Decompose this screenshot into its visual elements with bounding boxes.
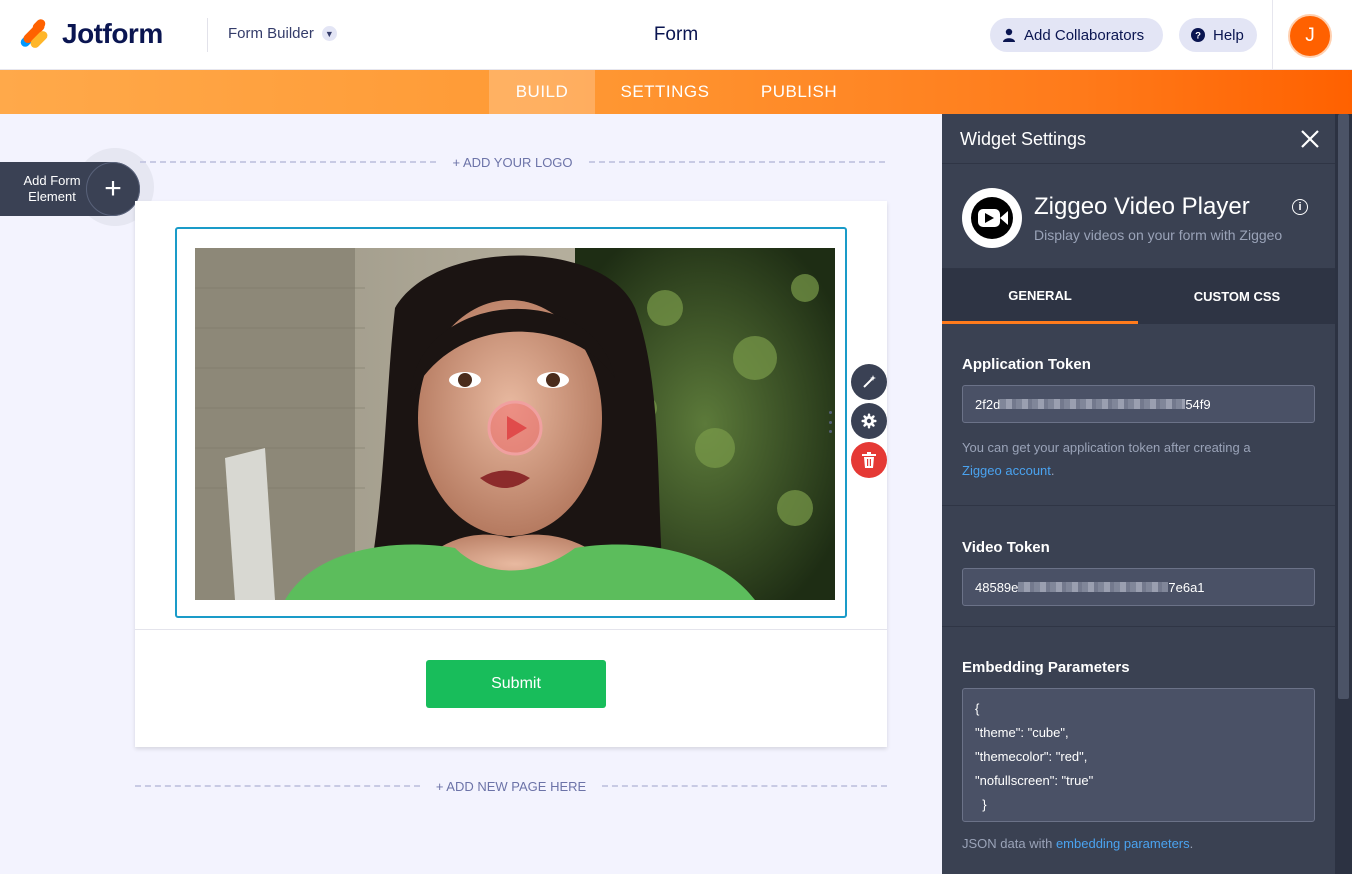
plus-icon: + [86, 162, 140, 216]
form-builder-dropdown[interactable]: Form Builder ▼ [228, 25, 337, 42]
add-form-element-label-line2: Element [28, 189, 76, 204]
redacted-text [1018, 582, 1169, 592]
embedding-parameters-hint: JSON data with embedding parameters. [962, 832, 1302, 855]
application-token-hint: You can get your application token after… [962, 436, 1302, 482]
panel-header: Widget Settings [942, 114, 1335, 164]
avatar[interactable]: J [1288, 14, 1332, 58]
token-value-start: 2f2d [975, 396, 1001, 412]
video-thumbnail[interactable] [195, 248, 835, 600]
page-divider [135, 629, 887, 630]
embedding-parameters-link[interactable]: embedding parameters [1056, 836, 1190, 851]
widget-name: Ziggeo Video Player [1034, 193, 1250, 220]
token-value-end: 54f9 [1185, 396, 1211, 412]
add-logo-area[interactable]: + ADD YOUR LOGO [140, 152, 886, 172]
add-new-page-label[interactable]: + ADD NEW PAGE HERE [420, 779, 602, 794]
application-token-label: Application Token [962, 356, 1091, 373]
scrollbar-thumb[interactable] [1338, 114, 1349, 699]
widget-settings-button[interactable] [851, 403, 887, 439]
token-value-end: 7e6a1 [1168, 579, 1205, 595]
help-label: Help [1213, 26, 1244, 44]
tab-settings[interactable]: SETTINGS [606, 70, 724, 114]
form-builder-label: Form Builder [228, 25, 314, 42]
chevron-down-icon: ▼ [321, 26, 337, 41]
svg-text:?: ? [1195, 31, 1201, 42]
info-icon[interactable]: i [1292, 199, 1308, 215]
brand-name: Jotform [62, 18, 163, 49]
panel-tabs: GENERAL CUSTOM CSS [942, 269, 1335, 324]
tab-publish[interactable]: PUBLISH [744, 70, 854, 114]
add-new-page-area[interactable]: + ADD NEW PAGE HERE [135, 776, 888, 796]
form-title[interactable]: Form [620, 24, 732, 46]
embedding-parameters-section: Embedding Parameters { "theme": "cube", … [942, 628, 1335, 874]
close-icon[interactable] [1298, 127, 1322, 151]
gear-icon [861, 413, 877, 429]
video-token-section: Video Token 48589e 7e6a1 [942, 507, 1335, 627]
widget-settings-panel: Widget Settings Ziggeo Video Player Disp… [942, 114, 1352, 874]
builder-nav: BUILD SETTINGS PUBLISH [0, 70, 1352, 114]
application-token-section: Application Token 2f2d 54f9 You can get … [942, 324, 1335, 506]
hint-text: You can get your application token after… [962, 440, 1251, 455]
embedding-parameters-textarea[interactable]: { "theme": "cube", "themecolor": "red", … [962, 688, 1315, 822]
widget-info: Ziggeo Video Player Display videos on yo… [942, 165, 1335, 269]
jotform-logo[interactable]: Jotform [18, 17, 163, 50]
add-collaborators-label: Add Collaborators [1024, 26, 1145, 44]
tab-custom-css[interactable]: CUSTOM CSS [1139, 269, 1335, 324]
top-bar: Jotform Form Builder ▼ Form Add Collabor… [0, 0, 1352, 70]
add-form-element-label: Add Form Element [16, 173, 88, 205]
dashed-line [135, 785, 420, 787]
add-collaborators-button[interactable]: Add Collaborators [990, 18, 1163, 52]
application-token-input[interactable]: 2f2d 54f9 [962, 385, 1315, 423]
help-icon: ? [1191, 28, 1205, 42]
magic-wand-icon [863, 375, 876, 388]
jotform-logo-icon [18, 17, 50, 50]
submit-button[interactable]: Submit [426, 660, 606, 708]
form-card: Submit [135, 201, 887, 747]
help-button[interactable]: ? Help [1179, 18, 1257, 52]
add-form-element-label-line1: Add Form [23, 173, 81, 188]
hint-end: . [1189, 836, 1194, 851]
dashed-line [140, 161, 437, 163]
ziggeo-icon [962, 188, 1022, 248]
panel-title: Widget Settings [960, 129, 1087, 149]
tab-build[interactable]: BUILD [489, 70, 595, 114]
token-value-start: 48589e [975, 579, 1019, 595]
add-logo-label[interactable]: + ADD YOUR LOGO [436, 155, 588, 170]
wand-tool-button[interactable] [851, 364, 887, 400]
panel-scrollbar[interactable] [1335, 114, 1352, 874]
hint-end: . [1050, 463, 1055, 478]
ziggeo-account-link[interactable]: Ziggeo account [962, 463, 1051, 478]
trash-icon [862, 452, 876, 468]
divider [207, 18, 208, 52]
dashed-line [602, 785, 888, 787]
delete-button[interactable] [851, 442, 887, 478]
drag-handle-icon[interactable] [829, 411, 833, 433]
tab-general[interactable]: GENERAL [942, 269, 1138, 324]
user-icon [1002, 28, 1016, 42]
video-token-label: Video Token [962, 539, 1050, 556]
add-form-element-button[interactable]: Add Form Element + [0, 148, 154, 226]
video-token-input[interactable]: 48589e 7e6a1 [962, 568, 1315, 606]
embedding-parameters-label: Embedding Parameters [962, 659, 1130, 676]
dashed-line [588, 161, 886, 163]
ziggeo-widget[interactable] [175, 227, 847, 618]
hint-text: JSON data with [962, 836, 1053, 851]
redacted-text [1000, 399, 1186, 409]
divider [1272, 0, 1273, 70]
widget-description: Display videos on your form with Ziggeo [1034, 227, 1283, 243]
video-frame-image [195, 248, 835, 600]
